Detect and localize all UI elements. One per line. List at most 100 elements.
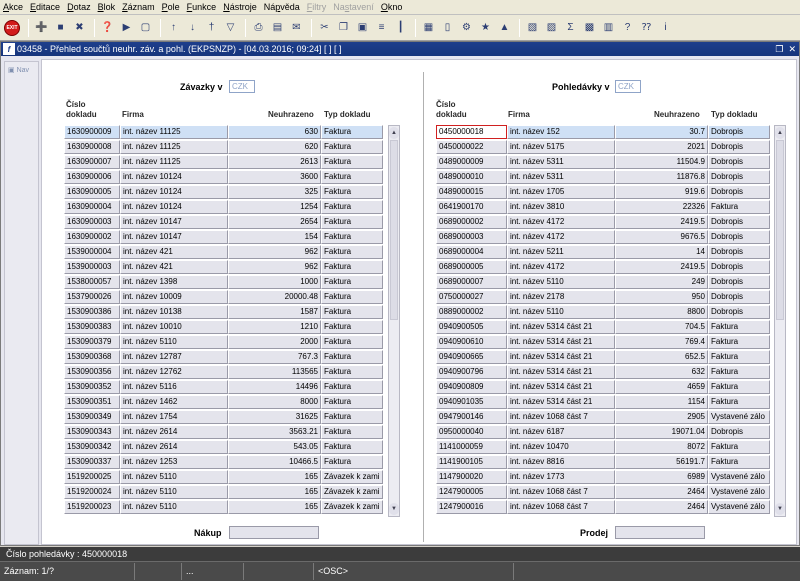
cell-firm[interactable]: int. název 12762 <box>120 365 228 379</box>
cell-type[interactable]: Závazek k zami <box>321 500 383 514</box>
cell-doc[interactable]: 1539000004 <box>64 245 120 259</box>
cell-type[interactable]: Faktura <box>321 155 383 169</box>
nav-panel[interactable]: ▣ Nav <box>4 61 39 545</box>
cell-doc[interactable]: 1519200025 <box>64 470 120 484</box>
cell-doc[interactable]: 0947900146 <box>436 410 507 424</box>
cell-doc[interactable]: 1630900008 <box>64 140 120 154</box>
calculator-icon[interactable]: ▦ <box>420 19 437 37</box>
cell-amount[interactable]: 165 <box>228 500 321 514</box>
cell-amount[interactable]: 962 <box>228 260 321 274</box>
cell-type[interactable]: Faktura <box>321 140 383 154</box>
cell-doc[interactable]: 1537900026 <box>64 290 120 304</box>
document-icon[interactable]: ▯ <box>439 19 456 37</box>
scroll-down-icon[interactable]: ▼ <box>775 503 785 515</box>
cell-doc[interactable]: 0940900610 <box>436 335 507 349</box>
cell-doc[interactable]: 0689000004 <box>436 245 507 259</box>
cell-type[interactable]: Faktura <box>321 200 383 214</box>
cell-firm[interactable]: int. název 10009 <box>120 290 228 304</box>
cell-amount[interactable]: 2464 <box>615 500 708 514</box>
cell-amount[interactable]: 704.5 <box>615 320 708 334</box>
cell-type[interactable]: Faktura <box>321 170 383 184</box>
cell-type[interactable]: Vystavené zálo <box>708 500 770 514</box>
cell-type[interactable]: Faktura <box>321 275 383 289</box>
cell-doc[interactable]: 0950000040 <box>436 425 507 439</box>
menu-item-6[interactable]: Funkce <box>187 2 217 12</box>
cell-firm[interactable]: int. název 3810 <box>507 200 615 214</box>
cell-amount[interactable]: 2613 <box>228 155 321 169</box>
cell-firm[interactable]: int. název 152 <box>507 125 615 139</box>
pin-icon[interactable]: † <box>203 19 220 37</box>
cell-type[interactable]: Faktura <box>321 320 383 334</box>
cell-firm[interactable]: int. název 421 <box>120 245 228 259</box>
cell-firm[interactable]: int. název 1462 <box>120 395 228 409</box>
cell-doc[interactable]: 1530900342 <box>64 440 120 454</box>
cell-firm[interactable]: int. název 11125 <box>120 125 228 139</box>
cell-type[interactable]: Faktura <box>321 365 383 379</box>
cell-doc[interactable]: 1630900007 <box>64 155 120 169</box>
new-record-icon[interactable]: ➕ <box>33 19 50 37</box>
cell-amount[interactable]: 919.6 <box>615 185 708 199</box>
cell-firm[interactable]: int. název 2614 <box>120 425 228 439</box>
menu-item-9[interactable]: Filtry <box>307 2 327 12</box>
cell-firm[interactable]: int. název 1705 <box>507 185 615 199</box>
cell-type[interactable]: Dobropis <box>708 275 770 289</box>
whats-this-icon[interactable]: ⁇ <box>638 19 655 37</box>
cell-type[interactable]: Faktura <box>321 230 383 244</box>
cell-doc[interactable]: 0750000027 <box>436 290 507 304</box>
cell-amount[interactable]: 165 <box>228 485 321 499</box>
cell-doc[interactable]: 1630900004 <box>64 200 120 214</box>
cell-amount[interactable]: 2905 <box>615 410 708 424</box>
cell-type[interactable]: Faktura <box>321 215 383 229</box>
cell-doc[interactable]: 0689000005 <box>436 260 507 274</box>
cell-doc[interactable]: 1530900386 <box>64 305 120 319</box>
cell-type[interactable]: Faktura <box>321 125 383 139</box>
cell-firm[interactable]: int. název 10138 <box>120 305 228 319</box>
cell-amount[interactable]: 8072 <box>615 440 708 454</box>
cell-amount[interactable]: 11504.9 <box>615 155 708 169</box>
cell-type[interactable]: Faktura <box>321 440 383 454</box>
cell-amount[interactable]: 3600 <box>228 170 321 184</box>
sheet-icon[interactable]: ▥ <box>600 19 617 37</box>
cell-type[interactable]: Dobropis <box>708 425 770 439</box>
cell-firm[interactable]: int. název 8816 <box>507 455 615 469</box>
execute-query-icon[interactable]: ▶ <box>118 19 135 37</box>
cell-doc[interactable]: 1630900003 <box>64 215 120 229</box>
cell-doc[interactable]: 1630900002 <box>64 230 120 244</box>
cell-amount[interactable]: 2000 <box>228 335 321 349</box>
cell-amount[interactable]: 1210 <box>228 320 321 334</box>
info-icon[interactable]: i <box>657 19 674 37</box>
cell-doc[interactable]: 1530900368 <box>64 350 120 364</box>
help-icon[interactable]: ? <box>619 19 636 37</box>
cell-doc[interactable]: 0489000009 <box>436 155 507 169</box>
cell-type[interactable]: Dobropis <box>708 230 770 244</box>
cell-type[interactable]: Faktura <box>708 350 770 364</box>
cell-firm[interactable]: int. název 5311 <box>507 170 615 184</box>
cell-firm[interactable]: int. název 6187 <box>507 425 615 439</box>
cell-firm[interactable]: int. název 4172 <box>507 230 615 244</box>
cell-amount[interactable]: 543.05 <box>228 440 321 454</box>
cell-type[interactable]: Dobropis <box>708 125 770 139</box>
cell-type[interactable]: Faktura <box>321 380 383 394</box>
cell-amount[interactable]: 11876.8 <box>615 170 708 184</box>
cell-doc[interactable]: 1530900379 <box>64 335 120 349</box>
cell-amount[interactable]: 4659 <box>615 380 708 394</box>
cell-type[interactable]: Vystavené zálo <box>708 470 770 484</box>
cell-type[interactable]: Závazek k zami <box>321 485 383 499</box>
cell-amount[interactable]: 154 <box>228 230 321 244</box>
cell-amount[interactable]: 20000.48 <box>228 290 321 304</box>
delete-record-icon[interactable]: ✖ <box>71 19 88 37</box>
cell-type[interactable]: Faktura <box>708 335 770 349</box>
scroll-up-icon[interactable]: ▲ <box>775 127 785 139</box>
cell-type[interactable]: Dobropis <box>708 185 770 199</box>
cell-type[interactable]: Dobropis <box>708 305 770 319</box>
cell-amount[interactable]: 1154 <box>615 395 708 409</box>
columns-icon[interactable]: ┃ <box>392 19 409 37</box>
cell-amount[interactable]: 249 <box>615 275 708 289</box>
cell-amount[interactable]: 1000 <box>228 275 321 289</box>
cell-doc[interactable]: 1141000059 <box>436 440 507 454</box>
cell-firm[interactable]: int. název 10147 <box>120 230 228 244</box>
cell-doc[interactable]: 0489000010 <box>436 170 507 184</box>
cell-amount[interactable]: 620 <box>228 140 321 154</box>
cell-doc[interactable]: 1630900005 <box>64 185 120 199</box>
cell-doc[interactable]: 0689000007 <box>436 275 507 289</box>
